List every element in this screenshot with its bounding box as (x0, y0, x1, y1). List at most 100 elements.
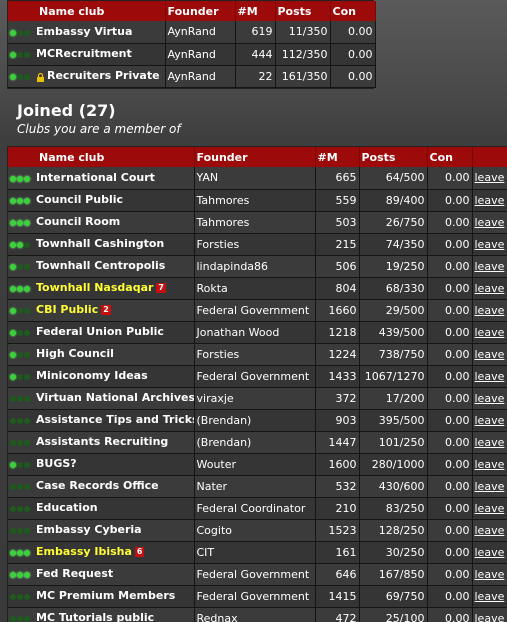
activity-indicator (10, 480, 36, 493)
club-name-link[interactable]: Miniconomy Ideas (36, 369, 148, 382)
club-name-link[interactable]: CBI Public (36, 303, 98, 316)
activity-dot-icon (10, 571, 16, 578)
club-name-link[interactable]: Fed Request (36, 567, 113, 580)
founder-cell[interactable]: Federal Government (194, 585, 316, 608)
leave-link[interactable]: leave (475, 304, 505, 317)
activity-indicator (10, 392, 36, 405)
founder-cell[interactable]: Federal Government (194, 365, 316, 388)
founder-cell[interactable]: Nater (194, 475, 316, 498)
founder-cell[interactable]: AynRand (165, 65, 236, 88)
founder-cell[interactable]: Federal Coordinator (194, 497, 316, 520)
leave-link[interactable]: leave (475, 392, 505, 405)
leave-link[interactable]: leave (475, 326, 505, 339)
posts-cell: 439/500 (359, 321, 428, 344)
founder-cell[interactable]: Forsties (194, 233, 316, 256)
members-cell: 903 (315, 409, 360, 432)
club-name-link[interactable]: Council Room (36, 215, 120, 228)
col-header-posts[interactable]: Posts (275, 1, 331, 21)
club-name-link[interactable]: High Council (36, 347, 114, 360)
col-header-posts[interactable]: Posts (359, 147, 428, 167)
club-name-link[interactable]: Embassy Ibisha (36, 545, 132, 558)
founder-cell[interactable]: viraxje (194, 387, 316, 410)
col-header-founder[interactable]: Founder (194, 147, 316, 167)
col-header-founder[interactable]: Founder (165, 1, 236, 21)
activity-dot-icon (17, 285, 23, 292)
leave-link[interactable]: leave (475, 612, 505, 622)
club-name-link[interactable]: Federal Union Public (36, 325, 164, 338)
club-name-link[interactable]: Townhall Nasdaqar (36, 281, 153, 294)
leave-link[interactable]: leave (475, 260, 505, 273)
club-name-link[interactable]: MC Premium Members (36, 589, 175, 602)
activity-dot-icon (24, 51, 30, 58)
club-name-link[interactable]: Assistance Tips and Tricks (36, 413, 193, 426)
leave-link[interactable]: leave (475, 502, 505, 515)
founder-cell[interactable]: Tahmores (194, 189, 316, 212)
club-name-link[interactable]: Townhall Centropolis (36, 259, 165, 272)
founder-cell[interactable]: AynRand (165, 21, 236, 44)
founder-cell[interactable]: CIT (194, 541, 316, 564)
club-name-link[interactable]: Assistants Recruiting (36, 435, 168, 448)
activity-dot-icon (10, 505, 16, 512)
club-name-link[interactable]: Recruiters Private (47, 69, 160, 82)
joined-clubs-table: Name club Founder #M Posts Con Internati… (8, 147, 507, 622)
club-name-link[interactable]: Embassy Virtua (36, 25, 132, 38)
leave-link[interactable]: leave (475, 546, 505, 559)
leave-link[interactable]: leave (475, 194, 505, 207)
founder-cell[interactable]: Rednax (194, 607, 316, 622)
leave-link[interactable]: leave (475, 568, 505, 581)
founder-cell[interactable]: lindapinda86 (194, 255, 316, 278)
founder-cell[interactable]: Jonathan Wood (194, 321, 316, 344)
posts-cell: 11/350 (275, 21, 331, 44)
club-name-link[interactable]: MCRecruitment (36, 47, 132, 60)
con-cell: 0.00 (427, 519, 473, 542)
table-row: Recruiters Private AynRand 22 161/350 0.00 (8, 65, 376, 88)
leave-link[interactable]: leave (475, 238, 505, 251)
founder-cell[interactable]: Rokta (194, 277, 316, 300)
club-name-link[interactable]: Case Records Office (36, 479, 159, 492)
col-header-name[interactable]: Name club (8, 1, 166, 21)
founder-cell[interactable]: Forsties (194, 343, 316, 366)
club-name-link[interactable]: Council Public (36, 193, 123, 206)
founder-cell[interactable]: Cogito (194, 519, 316, 542)
club-name-cell: Federal Union Public (8, 321, 195, 344)
leave-link[interactable]: leave (475, 216, 505, 229)
club-name-link[interactable]: Education (36, 501, 98, 514)
club-name-link[interactable]: Townhall Cashington (36, 237, 164, 250)
leave-link[interactable]: leave (475, 590, 505, 603)
leave-link[interactable]: leave (475, 171, 505, 184)
founder-cell[interactable]: (Brendan) (194, 431, 316, 454)
leave-link[interactable]: leave (475, 480, 505, 493)
founder-cell[interactable]: Federal Government (194, 563, 316, 586)
col-header-members[interactable]: #M (315, 147, 360, 167)
posts-cell: 25/100 (359, 607, 428, 622)
activity-dot-icon (10, 593, 16, 600)
con-cell: 0.00 (427, 343, 473, 366)
col-header-con[interactable]: Con (330, 1, 376, 21)
club-name-link[interactable]: Embassy Cyberia (36, 523, 142, 536)
leave-link[interactable]: leave (475, 282, 505, 295)
col-header-members[interactable]: #M (235, 1, 276, 21)
activity-dot-icon (17, 571, 23, 578)
col-header-con[interactable]: Con (427, 147, 473, 167)
founder-cell[interactable]: Wouter (194, 453, 316, 476)
founder-cell[interactable]: Tahmores (194, 211, 316, 234)
founder-cell[interactable]: AynRand (165, 43, 236, 66)
leave-cell: leave (472, 365, 507, 388)
leave-link[interactable]: leave (475, 436, 505, 449)
club-name-link[interactable]: International Court (36, 171, 155, 184)
leave-link[interactable]: leave (475, 524, 505, 537)
club-name-link[interactable]: MC Tutorials public (36, 611, 154, 622)
members-cell: 506 (315, 255, 360, 278)
leave-link[interactable]: leave (475, 348, 505, 361)
leave-link[interactable]: leave (475, 458, 505, 471)
leave-link[interactable]: leave (475, 370, 505, 383)
founder-cell[interactable]: (Brendan) (194, 409, 316, 432)
col-header-name[interactable]: Name club (8, 147, 195, 167)
unread-badge: 6 (134, 547, 145, 558)
leave-link[interactable]: leave (475, 414, 505, 427)
club-name-link[interactable]: BUGS? (36, 457, 77, 470)
con-cell: 0.00 (427, 321, 473, 344)
founder-cell[interactable]: YAN (194, 167, 316, 190)
club-name-link[interactable]: Virtuan National Archives (36, 391, 193, 404)
founder-cell[interactable]: Federal Government (194, 299, 316, 322)
